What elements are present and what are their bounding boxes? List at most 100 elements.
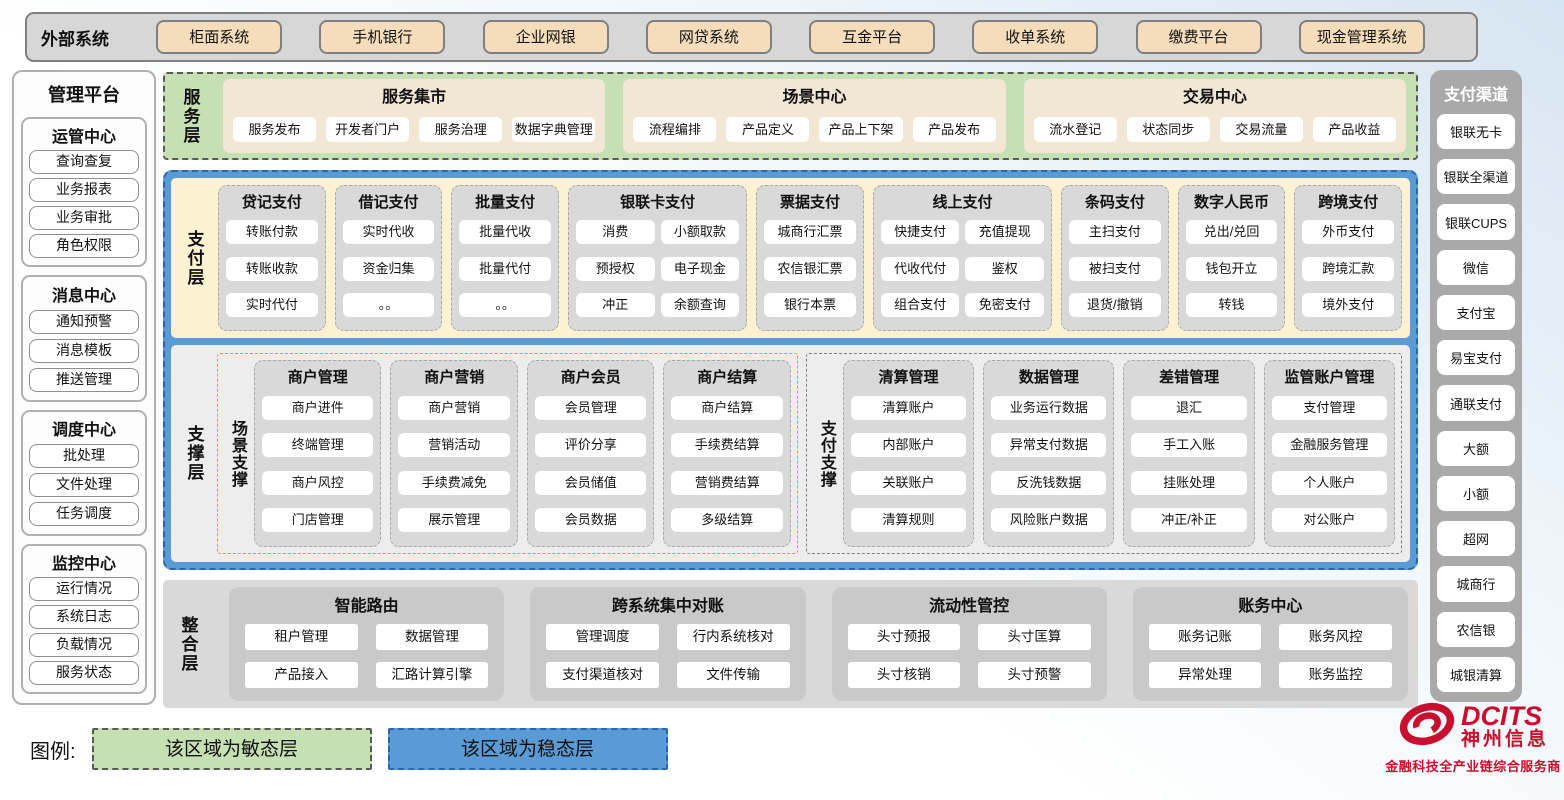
support-item: 手续费减免 <box>398 471 509 495</box>
support-item: 终端管理 <box>262 433 373 457</box>
payment-channel-box: 易宝支付 <box>1437 340 1515 375</box>
service-item: 数据字典管理 <box>512 117 595 142</box>
external-system-box: 柜面系统 <box>156 20 282 54</box>
support-item: 挂账处理 <box>1131 471 1246 495</box>
integration-group-title: 跨系统集中对账 <box>546 589 789 619</box>
payment-item: 代收代付 <box>881 257 960 281</box>
legend: 图例: 该区域为敏态层 该区域为稳态层 <box>30 728 668 770</box>
support-items: 业务运行数据异常支付数据反洗钱数据风险账户数据 <box>991 389 1106 539</box>
payment-item: 主扫支付 <box>1069 220 1161 244</box>
service-item: 产品上下架 <box>819 117 902 142</box>
integration-items: 头寸预报头寸匡算头寸核销头寸预警 <box>848 619 1091 693</box>
support-item: 商户营销 <box>398 396 509 420</box>
integration-layer: 整合层 智能路由租户管理数据管理产品接入汇路计算引擎跨系统集中对账管理调度行内系… <box>163 580 1418 708</box>
sidebar-item: 业务报表 <box>29 178 139 202</box>
support-column: 清算管理清算账户内部账户关联账户清算规则 <box>843 360 974 547</box>
integration-item: 头寸预警 <box>978 662 1091 688</box>
support-item: 退汇 <box>1131 396 1246 420</box>
integration-item: 账务监控 <box>1279 662 1392 688</box>
payment-item: 小额取款 <box>661 220 740 244</box>
payment-items: 外币支付跨境汇款境外支付 <box>1302 214 1394 323</box>
integration-items: 管理调度行内系统核对支付渠道核对文件传输 <box>546 619 789 693</box>
support-column: 商户营销商户营销营销活动手续费减免展示管理 <box>390 360 517 547</box>
support-item: 商户风控 <box>262 471 373 495</box>
support-column: 监管账户管理支付管理金融服务管理个人账户对公账户 <box>1264 360 1395 547</box>
integration-item: 管理调度 <box>546 624 659 650</box>
payment-channel-box: 支付宝 <box>1437 295 1515 330</box>
payment-item: 鉴权 <box>965 257 1044 281</box>
service-panel: 场景中心流程编排产品定义产品上下架产品发布 <box>623 79 1005 153</box>
support-column: 商户管理商户进件终端管理商户风控门店管理 <box>254 360 381 547</box>
payment-item: 充值提现 <box>965 220 1044 244</box>
payment-channels: 支付渠道 银联无卡银联全渠道银联CUPS微信支付宝易宝支付通联支付大额小额超网城… <box>1430 70 1522 702</box>
payment-layer: 支付层 贷记支付转账付款转账收款实时代付借记支付实时代收资金归集。。批量支付批量… <box>171 178 1410 338</box>
payment-items: 快捷支付充值提现代收代付鉴权组合支付免密支付 <box>881 214 1044 323</box>
payment-items: 城商行汇票农信银汇票银行本票 <box>764 214 856 323</box>
payment-item: 资金归集 <box>343 257 435 281</box>
service-item: 流程编排 <box>633 117 716 142</box>
integration-item: 文件传输 <box>677 662 790 688</box>
service-item: 开发者门户 <box>326 117 409 142</box>
sidebar-item: 推送管理 <box>29 368 139 392</box>
payment-item: 预授权 <box>576 257 655 281</box>
support-item: 会员数据 <box>535 508 646 532</box>
payment-items: 主扫支付被扫支付退货/撤销 <box>1069 214 1161 323</box>
payment-column-title: 条码支付 <box>1069 189 1161 214</box>
service-panel-items: 服务发布开发者门户服务治理数据字典管理 <box>233 111 595 147</box>
payment-column: 批量支付批量代收批量代付。。 <box>451 185 559 331</box>
payment-channel-box: 城银清算 <box>1437 657 1515 692</box>
support-items: 商户结算手续费结算营销费结算多级结算 <box>671 389 782 539</box>
integration-group: 账务中心账务记账账务风控异常处理账务监控 <box>1133 587 1408 701</box>
support-item: 个人账户 <box>1272 471 1387 495</box>
support-column-title: 商户管理 <box>262 364 373 389</box>
external-system-box: 企业网银 <box>483 20 609 54</box>
payment-item: 城商行汇票 <box>764 220 856 244</box>
support-item: 会员管理 <box>535 396 646 420</box>
support-item: 手工入账 <box>1131 433 1246 457</box>
integration-group: 流动性管控头寸预报头寸匡算头寸核销头寸预警 <box>832 587 1107 701</box>
payment-column: 贷记支付转账付款转账收款实时代付 <box>218 185 326 331</box>
support-item: 多级结算 <box>671 508 782 532</box>
payment-item: 。。 <box>459 293 551 317</box>
payment-column-title: 银联卡支付 <box>576 189 739 214</box>
support-items: 退汇手工入账挂账处理冲正/补正 <box>1131 389 1246 539</box>
support-layer: 支撑层 场景支撑商户管理商户进件终端管理商户风控门店管理商户营销商户营销营销活动… <box>171 345 1410 562</box>
payment-item: 免密支付 <box>965 293 1044 317</box>
integration-items: 租户管理数据管理产品接入汇路计算引擎 <box>245 619 488 693</box>
support-column-title: 清算管理 <box>851 364 966 389</box>
legend-stable-box: 该区域为稳态层 <box>388 728 668 770</box>
support-item: 关联账户 <box>851 471 966 495</box>
management-platform: 管理平台 运管中心查询查复业务报表业务审批角色权限消息中心通知预警消息模板推送管… <box>12 70 156 705</box>
integration-item: 头寸预报 <box>848 624 961 650</box>
support-layer-label: 支撑层 <box>179 353 209 554</box>
integration-group: 跨系统集中对账管理调度行内系统核对支付渠道核对文件传输 <box>530 587 805 701</box>
support-item: 门店管理 <box>262 508 373 532</box>
payment-channel-box: 农信银 <box>1437 612 1515 647</box>
support-column-title: 数据管理 <box>991 364 1106 389</box>
sidebar-item: 批处理 <box>29 444 139 468</box>
support-item: 金融服务管理 <box>1272 433 1387 457</box>
main-diagram: 服务层 服务集市服务发布开发者门户服务治理数据字典管理场景中心流程编排产品定义产… <box>163 72 1418 708</box>
integration-item: 头寸匡算 <box>978 624 1091 650</box>
integration-layer-label: 整合层 <box>173 587 203 701</box>
payment-column: 数字人民币兑出/兑回钱包开立转钱 <box>1178 185 1286 331</box>
integration-item: 产品接入 <box>245 662 358 688</box>
payment-items: 转账付款转账收款实时代付 <box>226 214 318 323</box>
integration-group-title: 账务中心 <box>1149 589 1392 619</box>
support-items: 商户营销营销活动手续费减免展示管理 <box>398 389 509 539</box>
sidebar-group: 消息中心通知预警消息模板推送管理 <box>21 275 147 402</box>
support-item: 异常支付数据 <box>991 433 1106 457</box>
dcits-brand: DCITS <box>1461 703 1542 729</box>
support-section: 场景支撑商户管理商户进件终端管理商户风控门店管理商户营销商户营销营销活动手续费减… <box>217 353 798 554</box>
legend-agile-box: 该区域为敏态层 <box>92 728 372 770</box>
support-item: 清算规则 <box>851 508 966 532</box>
support-item: 清算账户 <box>851 396 966 420</box>
support-item: 展示管理 <box>398 508 509 532</box>
payment-items: 兑出/兑回钱包开立转钱 <box>1186 214 1278 323</box>
external-system-box: 缴费平台 <box>1136 20 1262 54</box>
external-system-box: 现金管理系统 <box>1299 20 1425 54</box>
service-panel-items: 流程编排产品定义产品上下架产品发布 <box>633 111 995 147</box>
payment-column: 条码支付主扫支付被扫支付退货/撤销 <box>1061 185 1169 331</box>
support-column-title: 商户营销 <box>398 364 509 389</box>
integration-item: 数据管理 <box>376 624 489 650</box>
